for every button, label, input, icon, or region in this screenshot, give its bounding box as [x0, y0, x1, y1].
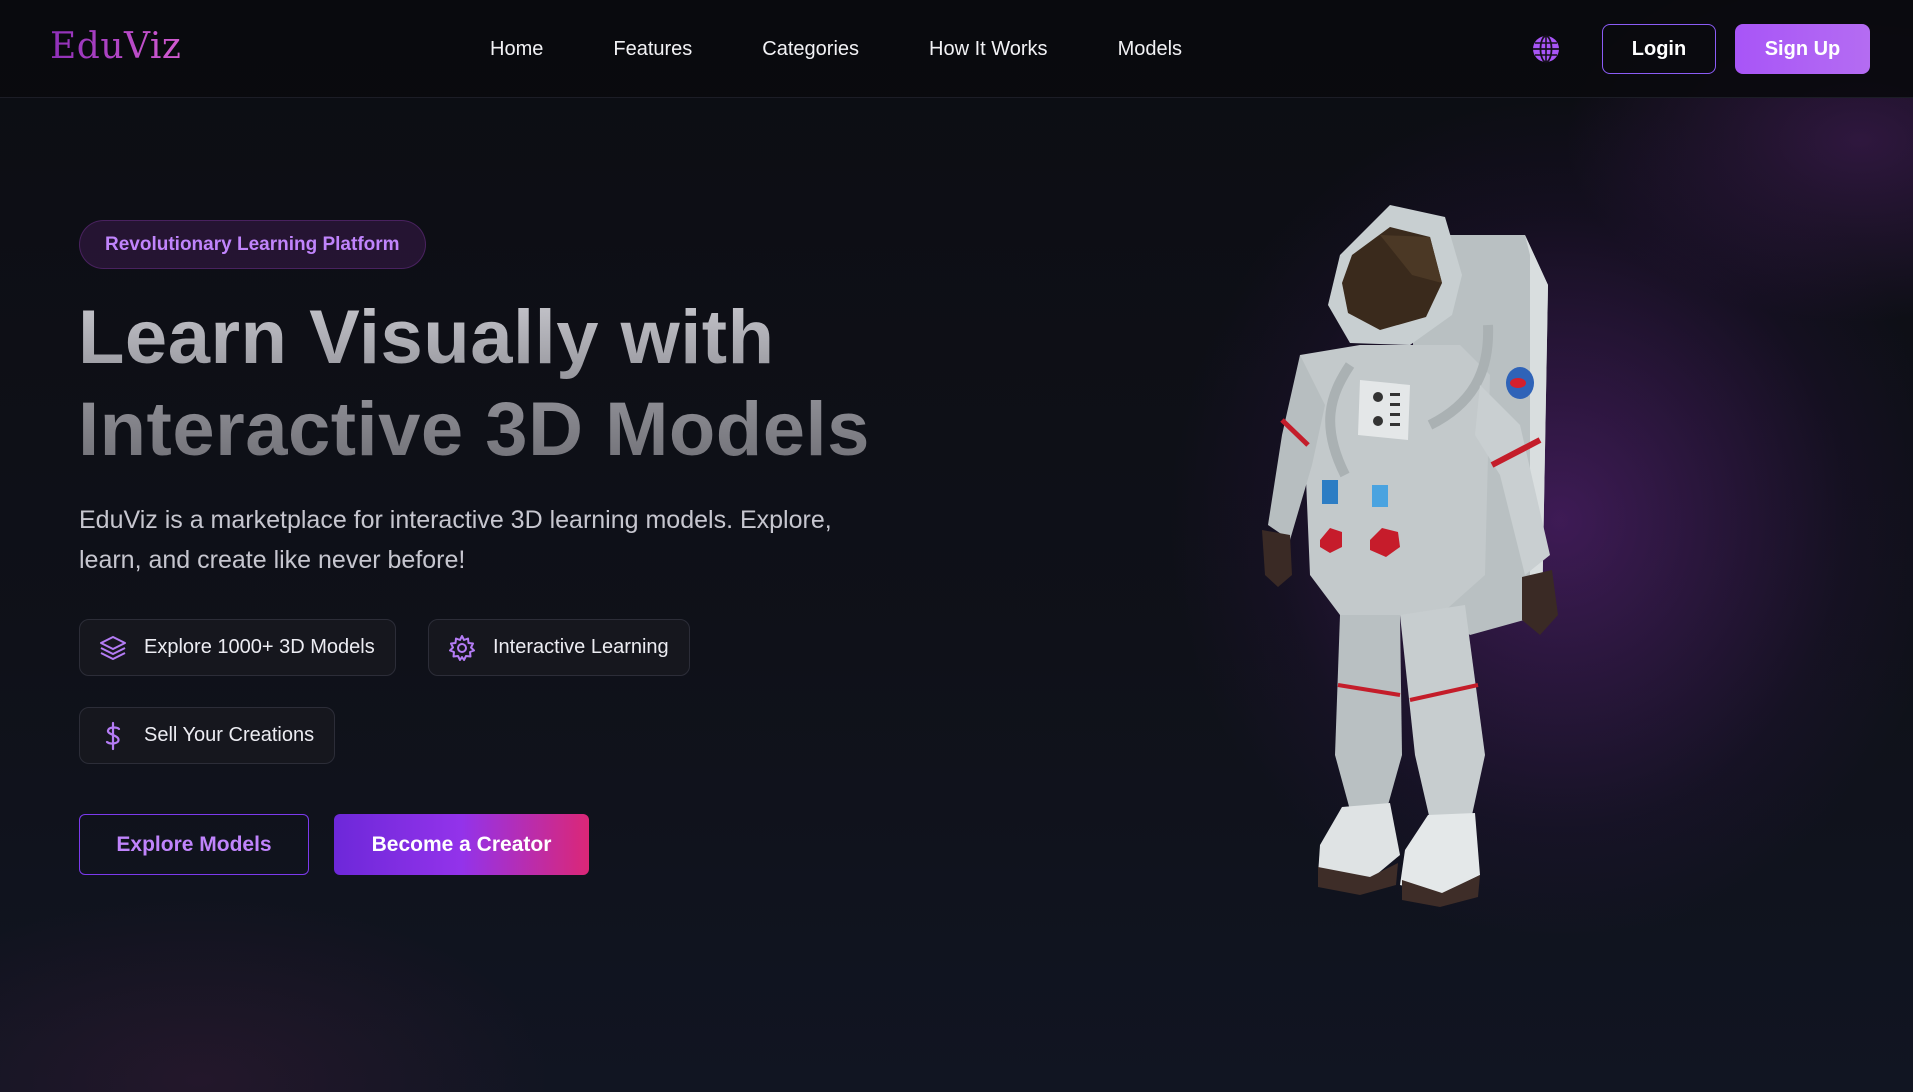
astronaut-3d-model[interactable] — [1230, 195, 1610, 915]
feature-pill-explore[interactable]: Explore 1000+ 3D Models — [79, 619, 396, 676]
nav-link-categories[interactable]: Categories — [762, 38, 859, 61]
login-button[interactable]: Login — [1602, 24, 1716, 74]
nav-link-home[interactable]: Home — [490, 38, 543, 61]
hero-description: EduViz is a marketplace for interactive … — [79, 506, 832, 574]
explore-models-button[interactable]: Explore Models — [79, 814, 309, 875]
hero-headline-line1: Learn Visually with — [78, 295, 775, 380]
gear-icon — [447, 633, 477, 663]
nav-link-models[interactable]: Models — [1118, 38, 1182, 61]
feature-pill-interactive[interactable]: Interactive Learning — [428, 619, 690, 676]
become-creator-button[interactable]: Become a Creator — [334, 814, 589, 875]
nav-link-how-it-works[interactable]: How It Works — [929, 38, 1048, 61]
layers-icon — [98, 633, 128, 663]
signup-button[interactable]: Sign Up — [1735, 24, 1870, 74]
page: EduViz Home Features Categories How It W… — [0, 0, 1913, 1092]
feature-pill-label: Sell Your Creations — [144, 724, 315, 746]
top-navbar: EduViz Home Features Categories How It W… — [0, 0, 1913, 98]
brand-logo[interactable]: EduViz — [50, 26, 181, 67]
globe-icon[interactable] — [1531, 34, 1561, 64]
feature-pill-sell[interactable]: Sell Your Creations — [79, 707, 336, 764]
feature-pill-label: Explore 1000+ 3D Models — [144, 636, 375, 658]
hero-headline: Learn Visually with Interactive 3D Model… — [78, 292, 978, 476]
main-nav: Home Features Categories How It Works Mo… — [490, 38, 1252, 61]
dollar-icon — [98, 721, 128, 751]
feature-pill-label: Interactive Learning — [493, 636, 669, 658]
hero-headline-line2: Interactive 3D Models — [78, 387, 870, 472]
hero-badge: Revolutionary Learning Platform — [79, 220, 426, 269]
nav-link-features[interactable]: Features — [613, 38, 692, 61]
